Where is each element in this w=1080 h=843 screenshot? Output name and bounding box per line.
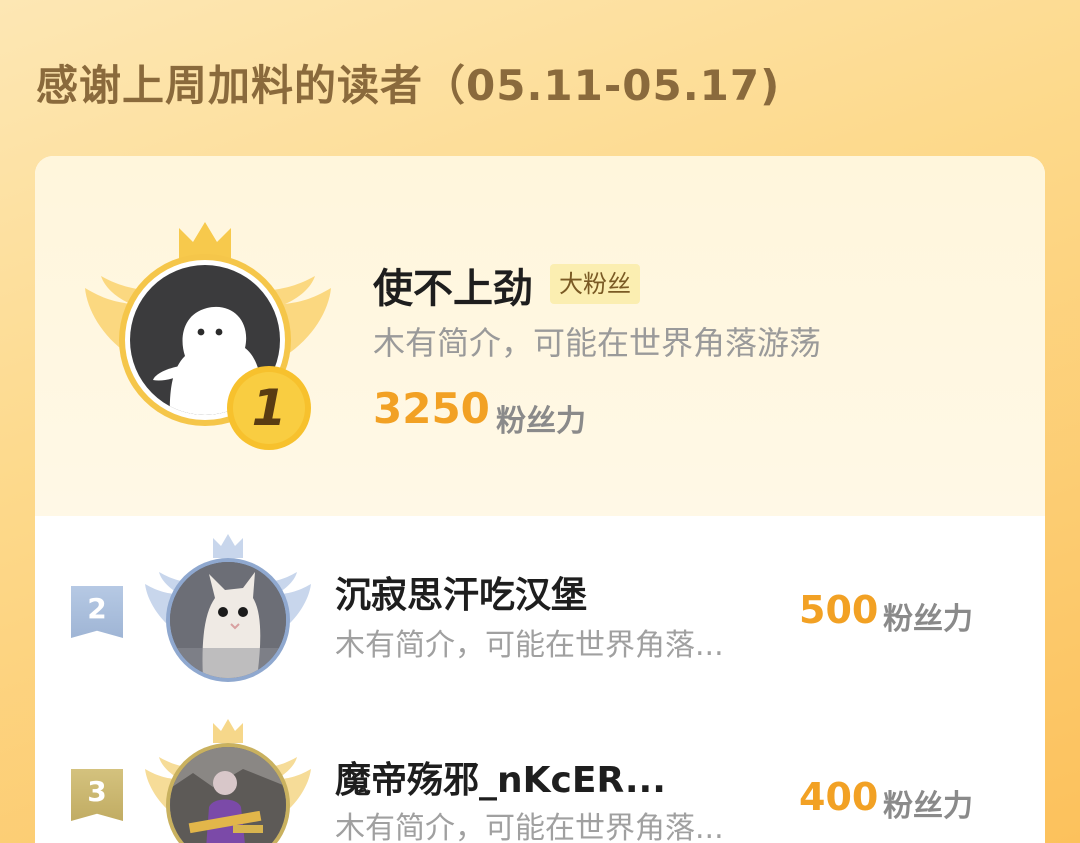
rank-number: 1 [251, 379, 287, 437]
crown-icon [213, 534, 243, 558]
reader-name[interactable]: 沉寂思汗吃汉堡 [335, 566, 587, 618]
top-reader-section[interactable]: 1 使不上劲 大粉丝 木有简介，可能在世界角落游荡 3250 粉丝力 [35, 156, 1045, 516]
reader-avatar[interactable] [143, 713, 313, 843]
list-item[interactable]: 2 沉寂思汗吃汉堡 木有简介，可能在世界角落... 500 粉丝力 [35, 526, 1045, 696]
reader-bio: 木有简介，可能在世界角落... [335, 811, 724, 843]
top-reader-avatar[interactable]: 1 [83, 218, 333, 458]
page-title: 感谢上周加料的读者（05.11-05.17) [36, 61, 781, 110]
reader-score: 400 [799, 775, 879, 819]
top-reader-bio: 木有简介，可能在世界角落游荡 [373, 324, 822, 362]
reader-bio: 木有简介，可能在世界角落... [335, 628, 724, 663]
cat-photo-icon [170, 562, 286, 678]
game-character-icon [170, 747, 286, 843]
reader-avatar[interactable] [143, 528, 313, 688]
crown-icon [179, 222, 231, 258]
top-reader-name[interactable]: 使不上劲 [373, 256, 533, 314]
fan-level-badge: 大粉丝 [550, 264, 640, 304]
top-reader-score: 3250 [373, 384, 490, 433]
reader-score: 500 [799, 588, 879, 632]
rank-badge: 3 [71, 769, 123, 821]
reader-score-unit: 粉丝力 [883, 602, 973, 637]
reader-name[interactable]: 魔帝殇邪_nKcER... [335, 751, 666, 803]
crown-icon [213, 719, 243, 743]
list-item[interactable]: 3 魔帝殇邪_nKcER... 木有简介，可能在世界角落... 400 粉丝力 [35, 711, 1045, 843]
top-reader-score-unit: 粉丝力 [496, 404, 586, 439]
leaderboard-card: 1 使不上劲 大粉丝 木有简介，可能在世界角落游荡 3250 粉丝力 2 沉寂思… [35, 156, 1045, 843]
rank-badge: 2 [71, 586, 123, 638]
reader-score-unit: 粉丝力 [883, 789, 973, 824]
